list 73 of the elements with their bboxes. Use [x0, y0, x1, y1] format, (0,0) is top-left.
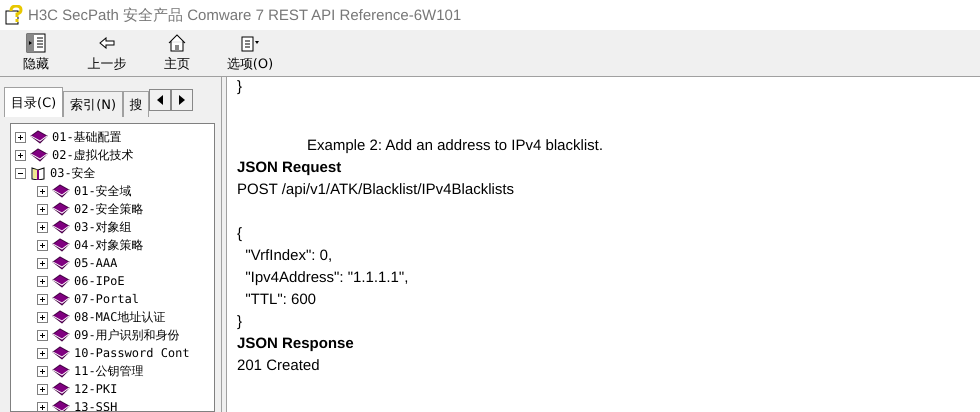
left-arrow-icon — [156, 95, 164, 105]
book-icon — [52, 220, 70, 234]
expander-icon[interactable] — [37, 222, 48, 232]
expander-icon[interactable] — [37, 330, 48, 340]
tree-item[interactable]: 01-基础配置 — [52, 128, 122, 146]
book-icon — [52, 328, 70, 342]
code-line: POST /api/v1/ATK/Blacklist/IPv4Blacklists — [237, 180, 516, 200]
book-icon — [52, 184, 70, 198]
expander-icon[interactable] — [37, 186, 48, 196]
expander-icon[interactable] — [37, 276, 48, 286]
code-line: { — [237, 224, 244, 244]
code-line: "Ipv4Address": "1.1.1.1", — [244, 268, 410, 288]
expander-icon[interactable] — [37, 294, 48, 304]
expander-icon[interactable] — [37, 384, 48, 394]
expander-icon[interactable] — [15, 132, 26, 142]
tree-item[interactable]: 07-Portal — [74, 292, 140, 306]
tree-item[interactable]: 02-虚拟化技术 — [52, 146, 134, 164]
tree-item[interactable]: 11-公钥管理 — [74, 362, 144, 380]
toolbar-button[interactable]: 上一步 — [72, 30, 142, 76]
toolbar-button[interactable]: 隐藏 — [0, 30, 72, 76]
code-line: } — [237, 77, 244, 97]
expander-icon[interactable] — [37, 348, 48, 358]
book-icon — [52, 364, 70, 378]
tree-item[interactable]: 05-AAA — [74, 256, 118, 270]
window-title: H3C SecPath 安全产品 Comware 7 REST API Reference-6W101 — [28, 6, 462, 24]
tab[interactable]: 搜 — [123, 91, 150, 117]
book-icon — [52, 310, 70, 324]
code-line: "TTL": 600 — [244, 290, 318, 310]
expander-icon[interactable] — [37, 366, 48, 376]
tab[interactable]: 索引(N) — [63, 91, 124, 117]
expander-icon[interactable] — [37, 312, 48, 322]
book-icon — [52, 346, 70, 360]
code-line: "VrfIndex": 0, — [244, 246, 334, 266]
expander-icon[interactable] — [37, 258, 48, 268]
section-heading: JSON Request — [237, 158, 342, 178]
code-line: 201 Created — [237, 356, 321, 376]
tree-item[interactable]: 09-用户识别和身份 — [74, 326, 180, 344]
tree-item[interactable]: 03-对象组 — [74, 218, 132, 236]
right-arrow-icon — [178, 95, 186, 105]
book-icon — [52, 382, 70, 396]
book-icon — [52, 202, 70, 216]
book-icon — [52, 292, 70, 306]
tree-item[interactable]: 01-安全域 — [74, 182, 132, 200]
tree-item[interactable]: 02-安全策略 — [74, 200, 144, 218]
tree-item[interactable]: 13-SSH — [74, 400, 118, 411]
home-icon — [167, 33, 187, 53]
book-icon — [30, 130, 48, 144]
book-icon — [52, 238, 70, 252]
expander-icon[interactable] — [37, 402, 48, 411]
help-icon — [4, 5, 24, 25]
hide-pane-icon — [26, 33, 46, 53]
expander-icon[interactable] — [15, 150, 26, 160]
code-line: } — [237, 312, 244, 332]
tree-item[interactable]: 03-安全 — [50, 164, 96, 182]
expander-icon[interactable] — [37, 240, 48, 250]
scroll-right-button[interactable] — [171, 89, 194, 111]
toolbar-button[interactable]: 主页 — [142, 30, 212, 76]
tree-item[interactable]: 08-MAC地址认证 — [74, 308, 166, 326]
toolbar-button[interactable]: 选项(O) — [212, 30, 288, 76]
book-icon — [52, 256, 70, 270]
example-title: Example 2: Add an address to IPv4 blacklist. — [306, 136, 604, 156]
tree-item[interactable]: 06-IPoE — [74, 274, 125, 288]
expander-icon[interactable] — [15, 168, 26, 178]
section-heading: JSON Response — [237, 334, 355, 354]
book-icon — [52, 274, 70, 288]
tab[interactable]: 目录(C) — [4, 87, 64, 117]
open-book-icon — [30, 166, 46, 180]
tree-item[interactable]: 12-PKI — [74, 382, 118, 396]
tree-item[interactable]: 10-Password Cont — [74, 346, 190, 360]
book-icon — [30, 148, 48, 162]
scroll-left-button[interactable] — [149, 89, 172, 111]
tree-item[interactable]: 04-对象策略 — [74, 236, 144, 254]
expander-icon[interactable] — [37, 204, 48, 214]
